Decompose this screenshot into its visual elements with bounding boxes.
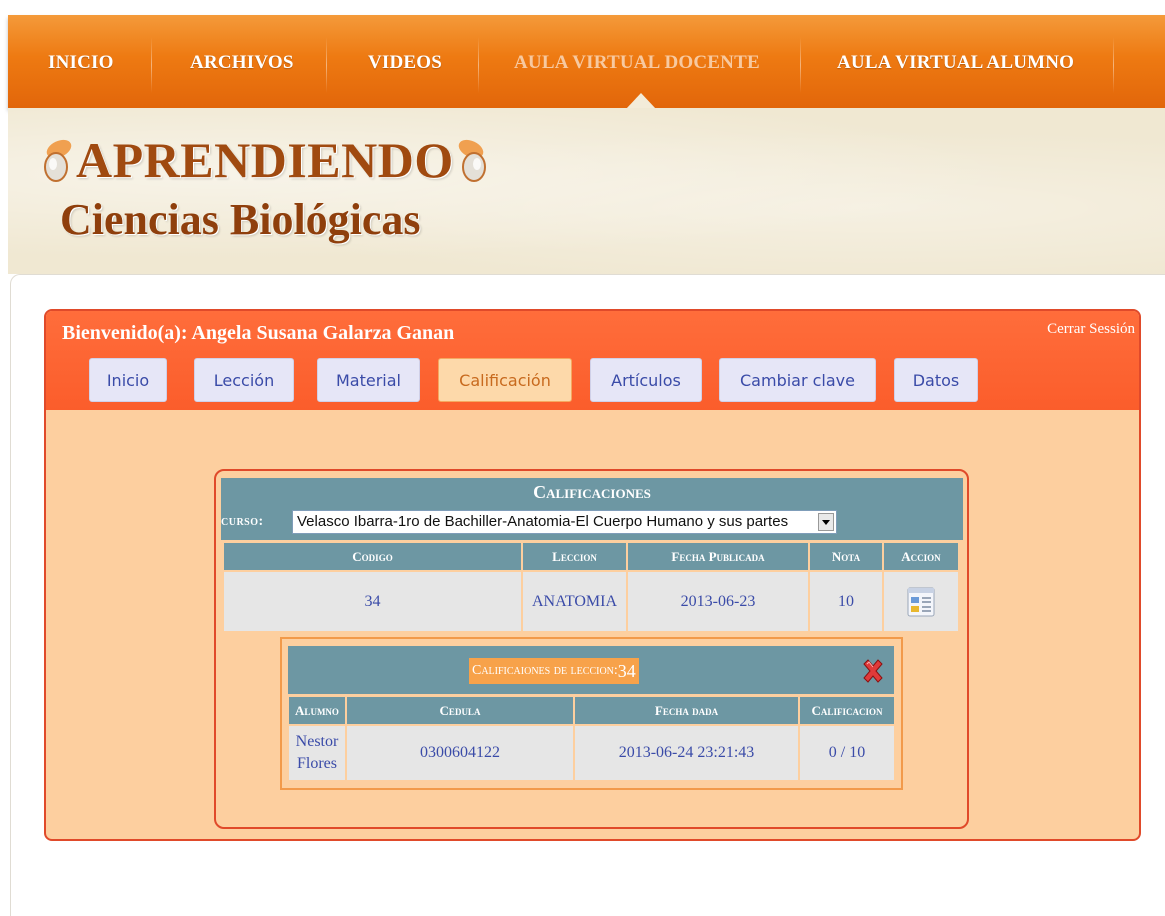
- logo[interactable]: APRENDIENDO: [40, 130, 490, 190]
- column-header-codigo: Codigo: [224, 543, 521, 570]
- cell-fecha-dada: 2013-06-24 23:21:43: [575, 726, 798, 780]
- logo-subtitle: Ciencias Biológicas: [60, 195, 421, 244]
- lesson-grades-header: Calificaiones de leccion: 34: [288, 646, 894, 694]
- seed-logo-icon: [458, 139, 486, 182]
- logo-title: APRENDIENDO: [76, 132, 454, 188]
- column-header-leccion: Leccion: [523, 543, 626, 570]
- grades-title: Calificaciones: [533, 482, 651, 502]
- welcome-message: Bienvenido(a): Angela Susana Galarza Gan…: [62, 322, 455, 344]
- cell-codigo: 34: [224, 572, 521, 631]
- cell-alumno: Nestor Flores: [289, 726, 345, 780]
- curso-label: curso:: [221, 514, 264, 529]
- tab-material[interactable]: Material: [317, 358, 420, 402]
- grades-header: Calificaciones curso: Velasco Ibarra-1ro…: [221, 478, 963, 540]
- panel-header: Bienvenido(a): Angela Susana Galarza Gan…: [46, 311, 1139, 410]
- curso-selected-value: Velasco Ibarra-1ro de Bachiller-Anatomia…: [297, 513, 789, 530]
- curso-select[interactable]: Velasco Ibarra-1ro de Bachiller-Anatomia…: [292, 510, 837, 534]
- column-header-alumno: Alumno: [289, 697, 345, 724]
- logout-link[interactable]: Cerrar Sessión: [1047, 321, 1135, 338]
- nav-item-aula-virtual-alumno[interactable]: AULA VIRTUAL ALUMNO: [837, 52, 1074, 74]
- column-header-fecha-publicada: Fecha Publicada: [628, 543, 808, 570]
- nav-separator: [326, 37, 327, 93]
- tab-inicio[interactable]: Inicio: [89, 358, 167, 402]
- tab-articulos[interactable]: Artículos: [590, 358, 702, 402]
- cell-nota: 10: [810, 572, 882, 631]
- tab-datos[interactable]: Datos: [894, 358, 978, 402]
- cell-calificacion: 0 / 10: [800, 726, 894, 780]
- column-header-calificacion: Calificacion: [800, 697, 894, 724]
- nav-separator: [1113, 37, 1114, 93]
- lesson-grades-title-number: 34: [617, 660, 636, 681]
- nav-item-inicio[interactable]: INICIO: [48, 52, 114, 74]
- cell-leccion: ANATOMIA: [523, 572, 626, 631]
- column-header-accion: Accion: [884, 543, 958, 570]
- lesson-grades-title-prefix: Calificaiones de leccion:: [472, 663, 618, 678]
- nav-item-aula-virtual-docente[interactable]: AULA VIRTUAL DOCENTE: [514, 52, 760, 74]
- cell-accion: [884, 572, 958, 631]
- header-banner: APRENDIENDO Ciencias Biológicas: [8, 108, 1165, 274]
- column-header-fecha-dada: Fecha dada: [575, 697, 798, 724]
- nav-item-videos[interactable]: VIDEOS: [368, 52, 442, 74]
- nav-separator: [478, 37, 479, 93]
- tab-cambiar-clave[interactable]: Cambiar clave: [719, 358, 876, 402]
- nav-item-archivos[interactable]: ARCHIVOS: [190, 52, 294, 74]
- column-header-cedula: Cedula: [347, 697, 573, 724]
- cell-fecha-publicada: 2013-06-23: [628, 572, 808, 631]
- view-details-icon[interactable]: [907, 587, 935, 617]
- close-icon[interactable]: [860, 658, 886, 684]
- tab-calificacion[interactable]: Calificación: [438, 358, 572, 402]
- nav-separator: [151, 37, 152, 93]
- column-header-nota: Nota: [810, 543, 882, 570]
- tab-leccion[interactable]: Lección: [194, 358, 294, 402]
- lesson-grades-title: Calificaiones de leccion: 34: [469, 658, 639, 684]
- top-navigation: INICIO ARCHIVOS VIDEOS AULA VIRTUAL DOCE…: [8, 15, 1165, 109]
- seed-logo-icon: [44, 139, 72, 182]
- nav-separator: [800, 37, 801, 93]
- chevron-down-icon[interactable]: [818, 513, 834, 531]
- active-nav-pointer: [626, 93, 656, 109]
- cell-cedula: 0300604122: [347, 726, 573, 780]
